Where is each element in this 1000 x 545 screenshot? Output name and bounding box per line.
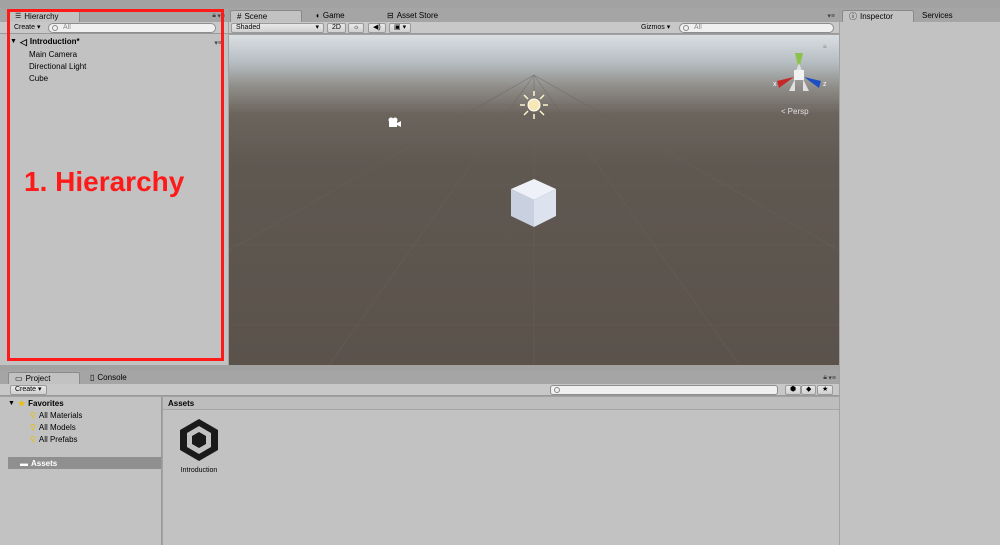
inspector-tabbar: ⓘ Inspector Services	[840, 8, 1000, 22]
orientation-gizmo[interactable]	[777, 53, 821, 91]
favorite-item-all-materials[interactable]: ⚲ All Materials	[30, 411, 82, 421]
scene-search-input[interactable]: All	[679, 23, 834, 33]
tab-services-label: Services	[922, 11, 953, 20]
favorite-item-all-prefabs[interactable]: ⚲ All Prefabs	[30, 435, 78, 445]
hierarchy-annotation-label: 1. Hierarchy	[24, 166, 185, 197]
persp-label[interactable]: < Persp	[781, 107, 809, 116]
tab-game[interactable]: ◖ Game	[309, 10, 351, 22]
project-tree-pane: ▼ ★ Favorites ⚲ All Materials ⚲ All Mode…	[0, 397, 162, 545]
dropdown-arrow-icon: ▾	[315, 24, 319, 31]
tab-scene[interactable]: # Scene	[230, 10, 302, 22]
scene-grid	[229, 53, 839, 365]
favorites-item[interactable]: ▼ ★ Favorites	[8, 399, 64, 409]
shading-mode-label: Shaded	[236, 24, 261, 31]
tag-icon: ◆	[806, 386, 812, 393]
breadcrumb[interactable]: Assets	[163, 397, 839, 410]
search-icon: ⚲	[30, 435, 36, 444]
search-icon: ⚲	[30, 411, 36, 420]
tab-project[interactable]: ▭ Project	[8, 372, 80, 384]
filter-by-type-button[interactable]: ⬢	[785, 385, 802, 395]
favorite-label: All Prefabs	[38, 435, 78, 444]
folder-icon: ▭	[15, 373, 23, 383]
dropdown-arrow-icon: ▾	[402, 24, 407, 31]
lighting-toggle-button[interactable]: ☼	[348, 23, 365, 33]
store-icon: ⊟	[387, 11, 394, 20]
project-tabbar: ▭ Project ▯ Console 🔒︎ ▾≡	[0, 370, 839, 384]
dropdown-arrow-icon: ▾	[38, 386, 42, 393]
unity-icon	[180, 419, 218, 461]
audio-toggle-button[interactable]: ◀︎)	[368, 23, 386, 33]
asset-item-label: Introduction	[180, 467, 218, 474]
project-toolbar: Create ▾ ⬢ ◆ ★	[0, 384, 839, 396]
inspector-panel	[840, 22, 1000, 545]
toggle-2d-button[interactable]: 2D	[327, 23, 346, 33]
shapes-icon: ⬢	[790, 386, 797, 393]
project-create-label: Create	[15, 386, 37, 393]
project-create-button[interactable]: Create ▾	[10, 385, 47, 395]
camera-icon[interactable]	[388, 117, 402, 128]
sun-icon: ☼	[353, 24, 360, 31]
console-icon: ▯	[90, 373, 95, 382]
assets-folder-item[interactable]: ▬ Assets	[8, 457, 161, 469]
scene-tabbar: # Scene ◖ Game ⊟ Asset Store ▾≡	[229, 8, 839, 22]
favorites-label: Favorites	[28, 399, 64, 408]
folder-icon: ▬	[20, 458, 28, 468]
gizmos-dropdown[interactable]: Gizmos ▾	[637, 23, 674, 33]
star-icon: ★	[822, 386, 829, 393]
info-icon: ⓘ	[849, 11, 857, 21]
tab-console-label: Console	[97, 373, 127, 382]
scene-search-placeholder: All	[694, 24, 702, 31]
gizmos-label: Gizmos	[641, 24, 665, 31]
scene-toolbar: Shaded ▾ 2D ☼ ◀︎) ▣ ▾ Gizmos ▾ All	[229, 22, 839, 34]
tab-project-label: Project	[25, 373, 51, 383]
persp-text: Persp	[787, 107, 809, 116]
favorite-label: All Models	[38, 423, 76, 432]
project-content-pane: Assets Introduction	[163, 397, 839, 545]
cube-object[interactable]	[511, 179, 556, 227]
scene-viewport[interactable]: x z < Persp 🔒︎	[229, 35, 839, 365]
project-panel-menu-icon[interactable]: ▾≡	[828, 374, 836, 382]
tab-game-label: Game	[322, 11, 345, 20]
search-icon: ⚲	[30, 423, 36, 432]
asset-item-introduction[interactable]: Introduction	[175, 417, 223, 474]
viewport-lock-icon[interactable]: 🔒︎	[823, 43, 827, 51]
scene-panel-menu-icon[interactable]: ▾≡	[827, 12, 835, 20]
image-icon: ▣	[394, 24, 401, 31]
gizmo-x-label: x	[773, 81, 777, 88]
project-search-input[interactable]	[550, 385, 778, 395]
assets-folder-label: Assets	[31, 458, 58, 468]
filter-by-label-button[interactable]: ◆	[801, 385, 817, 395]
tab-asset-store-label: Asset Store	[396, 11, 439, 20]
speaker-icon: ◀︎)	[373, 24, 381, 31]
tab-scene-label: Scene	[244, 11, 268, 21]
tab-inspector[interactable]: ⓘ Inspector	[842, 10, 914, 22]
search-icon	[683, 25, 689, 31]
grid-icon: #	[237, 11, 242, 21]
tab-console[interactable]: ▯ Console	[84, 372, 133, 384]
pacman-icon: ◖	[315, 11, 320, 20]
gizmo-z-label: z	[823, 81, 827, 88]
save-search-button[interactable]: ★	[817, 385, 834, 395]
dropdown-arrow-icon: ▾	[666, 24, 671, 31]
favorite-item-all-models[interactable]: ⚲ All Models	[30, 423, 76, 433]
effects-toggle-button[interactable]: ▣ ▾	[389, 23, 412, 33]
tab-services[interactable]: Services	[916, 10, 959, 22]
directional-light-icon[interactable]	[520, 91, 548, 119]
expand-arrow-icon[interactable]: ▼	[8, 399, 15, 409]
tab-asset-store[interactable]: ⊟ Asset Store	[381, 10, 444, 22]
shading-mode-dropdown[interactable]: Shaded ▾	[231, 23, 324, 33]
tab-inspector-label: Inspector	[860, 11, 893, 21]
search-icon	[554, 387, 560, 393]
persp-icon: <	[781, 107, 786, 116]
star-icon: ★	[17, 399, 26, 408]
project-lock-icon[interactable]: 🔒︎	[823, 374, 827, 382]
favorite-label: All Materials	[38, 411, 83, 420]
